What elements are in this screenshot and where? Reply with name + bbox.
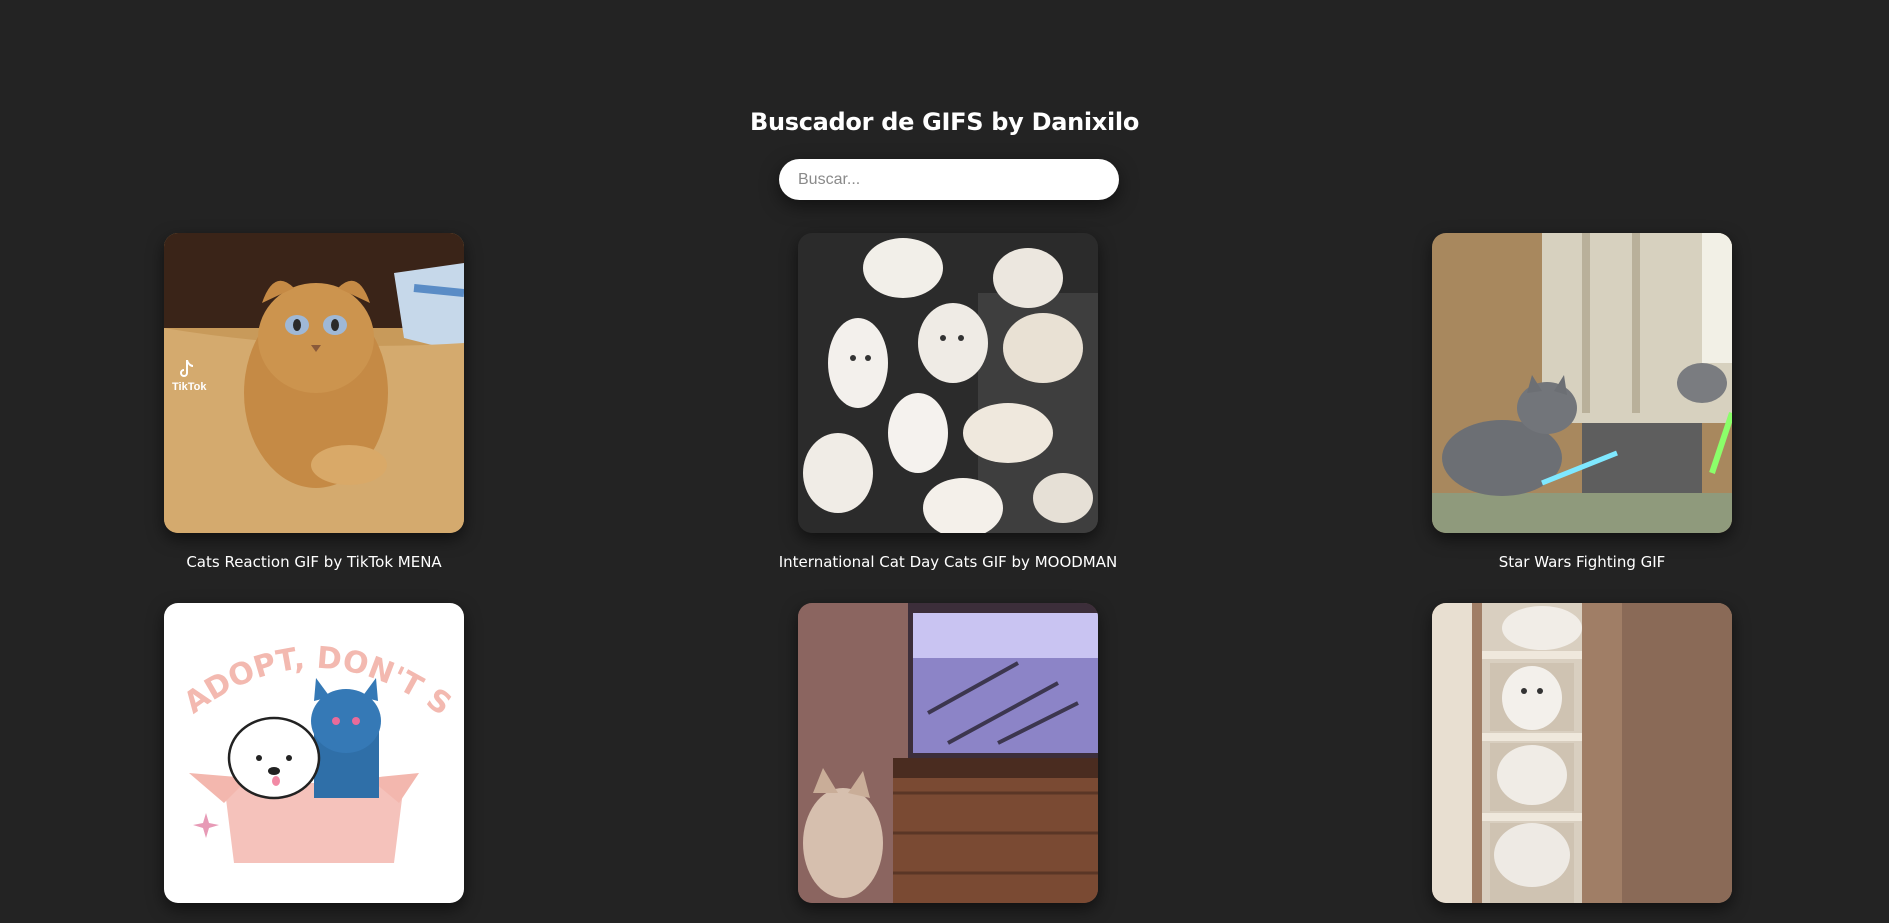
gif-card[interactable]: Cats Reaction GIF by TikTok MENA — [164, 233, 464, 571]
gif-image[interactable] — [1432, 603, 1732, 903]
gif-card[interactable]: International Cat Day Cats GIF by MOODMA… — [779, 233, 1117, 571]
gif-card[interactable] — [1432, 603, 1732, 923]
music-note-icon — [180, 360, 193, 377]
gif-image[interactable]: ADOPT, DON'T SHOP — [164, 603, 464, 903]
gif-image[interactable] — [798, 233, 1098, 533]
gif-image[interactable] — [798, 603, 1098, 903]
gif-card[interactable] — [798, 603, 1098, 923]
tiktok-logo: TikTok — [172, 358, 212, 393]
gif-overlay-text: TikTok — [172, 381, 207, 393]
search-input[interactable] — [779, 159, 1119, 200]
gif-title[interactable]: Star Wars Fighting GIF — [1352, 553, 1812, 571]
page-title: Buscador de GIFS by Danixilo — [749, 108, 1140, 136]
gif-image[interactable] — [1432, 233, 1732, 533]
gif-title[interactable]: International Cat Day Cats GIF by MOODMA… — [718, 553, 1178, 571]
gif-card[interactable]: Star Wars Fighting GIF — [1432, 233, 1732, 571]
gif-title[interactable]: Cats Reaction GIF by TikTok MENA — [84, 553, 544, 571]
gif-card[interactable]: ADOPT, DON'T SHOP — [164, 603, 464, 923]
